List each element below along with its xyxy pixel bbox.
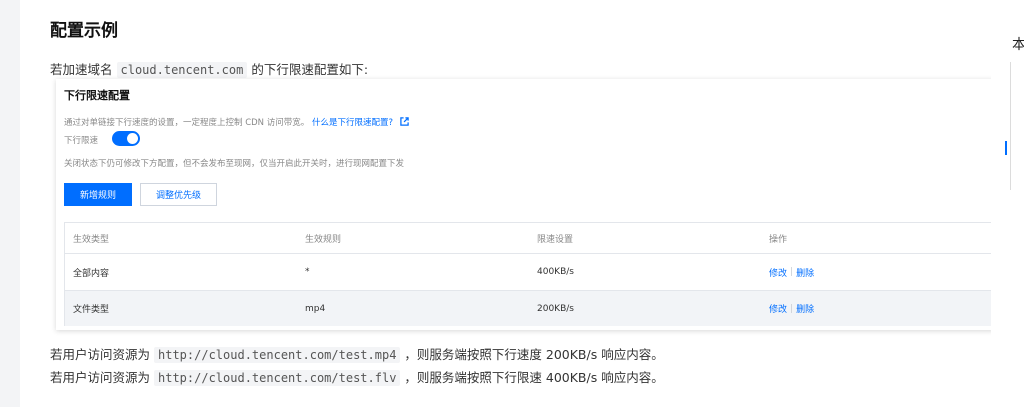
- toc-active-marker: [1005, 141, 1007, 155]
- row-limit: 400KB/s: [537, 267, 574, 277]
- url-code-mp4: http://cloud.tencent.com/test.mp4: [154, 347, 401, 363]
- help-link[interactable]: 什么是下行限速配置?: [312, 118, 393, 128]
- external-link-icon[interactable]: [399, 117, 409, 126]
- edit-link[interactable]: 修改: [769, 302, 787, 315]
- add-rule-button[interactable]: 新增规则: [64, 183, 132, 206]
- toc-track: [1010, 62, 1011, 190]
- url-code-flv: http://cloud.tencent.com/test.flv: [154, 370, 401, 386]
- panel-description: 通过对单链接下行速度的设置，一定程度上控制 CDN 访问带宽。 什么是下行限速配…: [64, 116, 409, 128]
- row-type: 全部内容: [73, 268, 110, 279]
- row-rule: mp4: [305, 303, 326, 314]
- toggle-note: 关闭状态下仍可修改下方配置，但不会发布至现网，仅当开启此开关时，进行现网配置下发: [64, 159, 405, 169]
- delete-link[interactable]: 删除: [796, 302, 814, 315]
- edit-link[interactable]: 修改: [769, 266, 787, 279]
- header-limit: 限速设置: [537, 234, 574, 245]
- header-type: 生效类型: [73, 234, 110, 245]
- table-header: 生效类型 生效规则 限速设置 操作: [65, 223, 992, 254]
- outro1-prefix: 若用户访问资源为: [50, 347, 151, 362]
- row-actions: 修改 | 删除: [769, 291, 814, 326]
- toggle-label: 下行限速: [64, 136, 99, 146]
- intro-suffix: 的下行限速配置如下:: [251, 62, 369, 77]
- toc-heading: 本: [1012, 37, 1024, 53]
- intro-prefix: 若加速域名: [50, 62, 113, 77]
- outro2-prefix: 若用户访问资源为: [50, 370, 151, 385]
- rate-limit-config-panel: 下行限速配置 通过对单链接下行速度的设置，一定程度上控制 CDN 访问带宽。 什…: [56, 79, 994, 330]
- toggle-knob: [127, 133, 138, 144]
- row-actions: 修改 | 删除: [769, 254, 814, 290]
- intro-text: 若加速域名 cloud.tencent.com 的下行限速配置如下:: [50, 59, 368, 78]
- table-row: 文件类型 mp4 200KB/s 修改 | 删除: [65, 291, 992, 326]
- outro-text-flv: 若用户访问资源为 http://cloud.tencent.com/test.f…: [50, 367, 664, 386]
- section-heading: 配置示例: [50, 21, 118, 41]
- action-separator: |: [790, 303, 794, 314]
- outro1-suffix: ，则服务端按照下行速度 200KB/s 响应内容。: [404, 347, 664, 362]
- action-separator: |: [790, 267, 794, 277]
- delete-link[interactable]: 删除: [796, 266, 814, 279]
- table-row: 全部内容 * 400KB/s 修改 | 删除: [65, 254, 992, 291]
- row-type: 文件类型: [73, 305, 110, 315]
- document-content: 配置示例 若加速域名 cloud.tencent.com 的下行限速配置如下: …: [20, 0, 994, 407]
- description-text: 通过对单链接下行速度的设置，一定程度上控制 CDN 访问带宽。: [64, 118, 310, 128]
- header-action: 操作: [769, 234, 788, 245]
- rate-limit-toggle[interactable]: [112, 131, 140, 146]
- row-rule: *: [305, 267, 310, 277]
- header-rule: 生效规则: [305, 234, 342, 245]
- domain-code: cloud.tencent.com: [116, 62, 248, 78]
- adjust-priority-button[interactable]: 调整优先级: [140, 183, 217, 206]
- outro2-suffix: ，则服务端按照下行限速 400KB/s 响应内容。: [404, 370, 664, 385]
- row-limit: 200KB/s: [537, 303, 574, 314]
- rules-table: 生效类型 生效规则 限速设置 操作 全部内容 * 400KB/s 修改 | 删除…: [64, 222, 993, 326]
- panel-title: 下行限速配置: [64, 89, 130, 102]
- outro-text-mp4: 若用户访问资源为 http://cloud.tencent.com/test.m…: [50, 344, 664, 363]
- table-of-contents-rail: 本: [991, 0, 1024, 407]
